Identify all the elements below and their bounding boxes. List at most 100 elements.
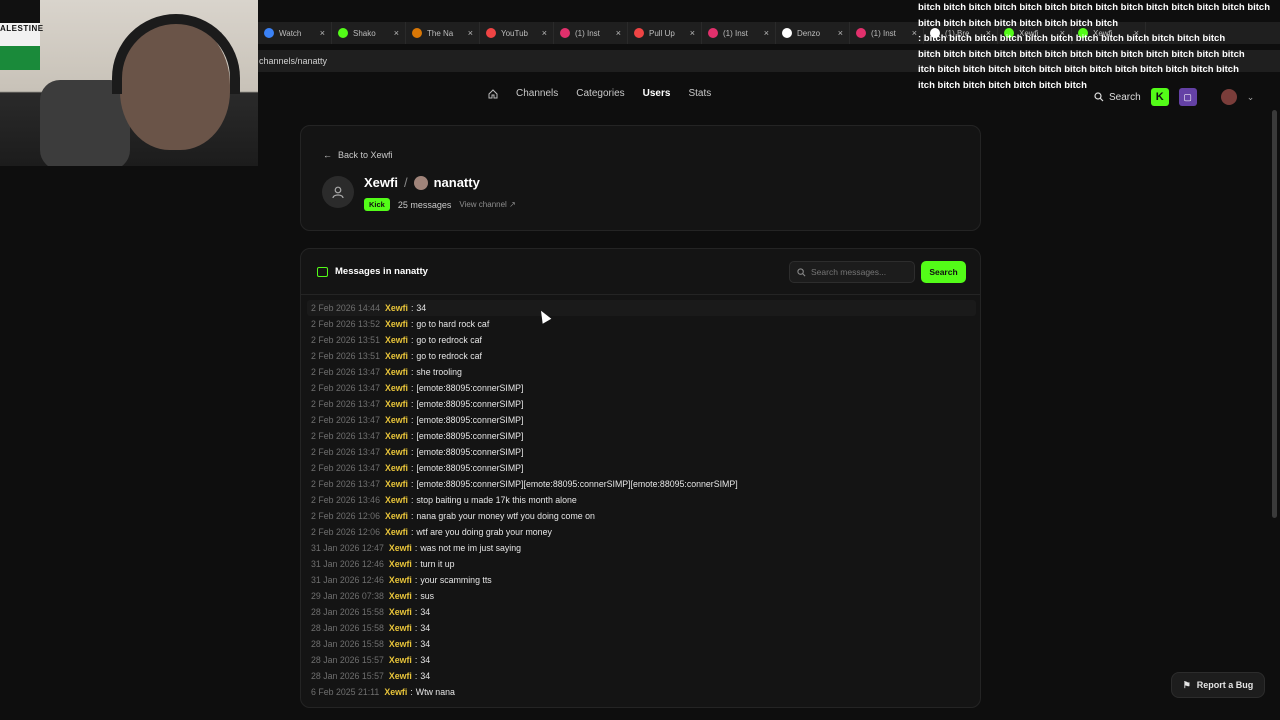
author-colon: : bbox=[414, 559, 418, 569]
author-colon: : bbox=[410, 319, 414, 329]
message-author[interactable]: Xewfi bbox=[385, 383, 408, 393]
browser-tab[interactable]: (1) Inst × bbox=[554, 22, 628, 44]
spam-line: bitch bitch bitch bitch bitch bitch bitc… bbox=[918, 17, 1119, 29]
close-tab-icon[interactable]: × bbox=[838, 28, 843, 38]
close-tab-icon[interactable]: × bbox=[394, 28, 399, 38]
close-tab-icon[interactable]: × bbox=[764, 28, 769, 38]
message-author[interactable]: Xewfi bbox=[389, 591, 412, 601]
message-row: 2 Feb 2026 13:47 Xewfi: [emote:88095:conne… bbox=[307, 444, 976, 460]
author-colon: : bbox=[410, 511, 414, 521]
browser-tab[interactable]: (1) Inst × bbox=[702, 22, 776, 44]
message-count: 25 messages bbox=[397, 199, 452, 210]
report-bug-button[interactable]: ⚑ Report a Bug bbox=[1171, 672, 1265, 698]
nav-link-categories[interactable]: Categories bbox=[576, 88, 624, 99]
close-tab-icon[interactable]: × bbox=[320, 28, 325, 38]
message-author[interactable]: Xewfi bbox=[385, 351, 408, 361]
browser-tab[interactable]: Pull Up × bbox=[628, 22, 702, 44]
message-text: turn it up bbox=[420, 559, 455, 569]
message-text: 34 bbox=[416, 303, 427, 313]
message-author[interactable]: Xewfi bbox=[385, 511, 408, 521]
browser-tab[interactable]: Denzo × bbox=[776, 22, 850, 44]
message-author[interactable]: Xewfi bbox=[389, 623, 412, 633]
messages-card: Messages in nanatty Search 2 Feb 2026 14… bbox=[300, 248, 981, 708]
flag-poster bbox=[0, 0, 40, 70]
message-author[interactable]: Xewfi bbox=[385, 479, 408, 489]
browser-tab[interactable]: YouTub × bbox=[480, 22, 554, 44]
page-scrollbar[interactable] bbox=[1272, 110, 1277, 518]
tab-title: (1) Inst bbox=[723, 28, 748, 38]
message-text: 34 bbox=[420, 655, 431, 665]
message-author[interactable]: Xewfi bbox=[385, 527, 408, 537]
tab-title: (1) Inst bbox=[575, 28, 600, 38]
view-channel-link[interactable]: View channel ↗ bbox=[459, 200, 515, 209]
message-author[interactable]: Xewfi bbox=[389, 655, 412, 665]
message-author[interactable]: Xewfi bbox=[385, 303, 408, 313]
messages-header: Messages in nanatty Search bbox=[301, 249, 980, 295]
message-timestamp: 28 Jan 2026 15:58 bbox=[311, 639, 384, 649]
message-author[interactable]: Xewfi bbox=[389, 607, 412, 617]
message-author[interactable]: Xewfi bbox=[385, 335, 408, 345]
spam-line: itch bitch bitch bitch bitch bitch bitch bbox=[918, 79, 1087, 91]
message-author[interactable]: Xewfi bbox=[389, 543, 412, 553]
search-messages-input[interactable] bbox=[811, 267, 907, 277]
message-author[interactable]: Xewfi bbox=[385, 463, 408, 473]
message-text: wtf are you doing grab your money bbox=[416, 527, 552, 537]
message-text: 34 bbox=[420, 623, 431, 633]
message-author[interactable]: Xewfi bbox=[385, 415, 408, 425]
message-text: [emote:88095:connerSIMP] bbox=[416, 415, 524, 425]
message-author[interactable]: Xewfi bbox=[385, 399, 408, 409]
message-author[interactable]: Xewfi bbox=[385, 447, 408, 457]
message-timestamp: 28 Jan 2026 15:57 bbox=[311, 671, 384, 681]
headset bbox=[112, 14, 240, 94]
nav-link-channels[interactable]: Channels bbox=[516, 88, 558, 99]
spam-line: bitch bitch bitch bitch bitch bitch bitc… bbox=[918, 2, 1271, 13]
message-row: 2 Feb 2026 13:47 Xewfi: [emote:88095:conne… bbox=[307, 476, 976, 492]
message-text: go to redrock caf bbox=[416, 351, 482, 361]
message-author[interactable]: Xewfi bbox=[389, 639, 412, 649]
author-colon: : bbox=[410, 495, 414, 505]
close-tab-icon[interactable]: × bbox=[468, 28, 473, 38]
external-link-icon: ↗ bbox=[509, 200, 516, 209]
tab-title: Shako bbox=[353, 28, 376, 38]
message-text: [emote:88095:connerSIMP] bbox=[416, 431, 524, 441]
browser-tab[interactable]: Watch × bbox=[258, 22, 332, 44]
message-author[interactable]: Xewfi bbox=[385, 319, 408, 329]
message-row: 28 Jan 2026 15:58 Xewfi:34 bbox=[307, 636, 976, 652]
tab-title: The Na bbox=[427, 28, 454, 38]
message-author[interactable]: Xewfi bbox=[385, 495, 408, 505]
browser-tab[interactable]: Shako × bbox=[332, 22, 406, 44]
message-author[interactable]: Xewfi bbox=[389, 671, 412, 681]
author-colon: : bbox=[410, 335, 414, 345]
browser-tab[interactable]: The Na × bbox=[406, 22, 480, 44]
back-label: Back to Xewfi bbox=[338, 150, 393, 160]
close-tab-icon[interactable]: × bbox=[690, 28, 695, 38]
back-link[interactable]: ← Back to Xewfi bbox=[323, 150, 393, 160]
nav-link-users[interactable]: Users bbox=[643, 88, 671, 99]
message-timestamp: 28 Jan 2026 15:58 bbox=[311, 623, 384, 633]
search-button[interactable]: Search bbox=[921, 261, 966, 283]
home-icon[interactable] bbox=[488, 88, 498, 99]
message-timestamp: 2 Feb 2026 13:47 bbox=[311, 479, 380, 489]
message-author[interactable]: Xewfi bbox=[389, 575, 412, 585]
author-colon: : bbox=[414, 671, 418, 681]
message-row: 28 Jan 2026 15:57 Xewfi:34 bbox=[307, 668, 976, 684]
message-row: 28 Jan 2026 15:58 Xewfi:34 bbox=[307, 604, 976, 620]
message-author[interactable]: Xewfi bbox=[385, 431, 408, 441]
tab-favicon-icon bbox=[412, 28, 422, 38]
message-icon bbox=[317, 266, 328, 277]
nav-link-stats[interactable]: Stats bbox=[688, 88, 711, 99]
close-tab-icon[interactable]: × bbox=[542, 28, 547, 38]
close-tab-icon[interactable]: × bbox=[616, 28, 621, 38]
message-row: 2 Feb 2026 12:06 Xewfi: wtf are you doing … bbox=[307, 524, 976, 540]
message-timestamp: 2 Feb 2026 13:51 bbox=[311, 351, 380, 361]
message-author[interactable]: Xewfi bbox=[384, 687, 407, 697]
message-timestamp: 2 Feb 2026 12:06 bbox=[311, 511, 380, 521]
author-colon: : bbox=[410, 383, 414, 393]
message-author[interactable]: Xewfi bbox=[385, 367, 408, 377]
message-author[interactable]: Xewfi bbox=[389, 559, 412, 569]
message-text: [emote:88095:connerSIMP][emote:88095:con… bbox=[416, 479, 738, 489]
author-colon: : bbox=[414, 623, 418, 633]
author-colon: : bbox=[410, 687, 413, 697]
message-row: 29 Jan 2026 07:38 Xewfi: sus bbox=[307, 588, 976, 604]
author-colon: : bbox=[414, 591, 418, 601]
